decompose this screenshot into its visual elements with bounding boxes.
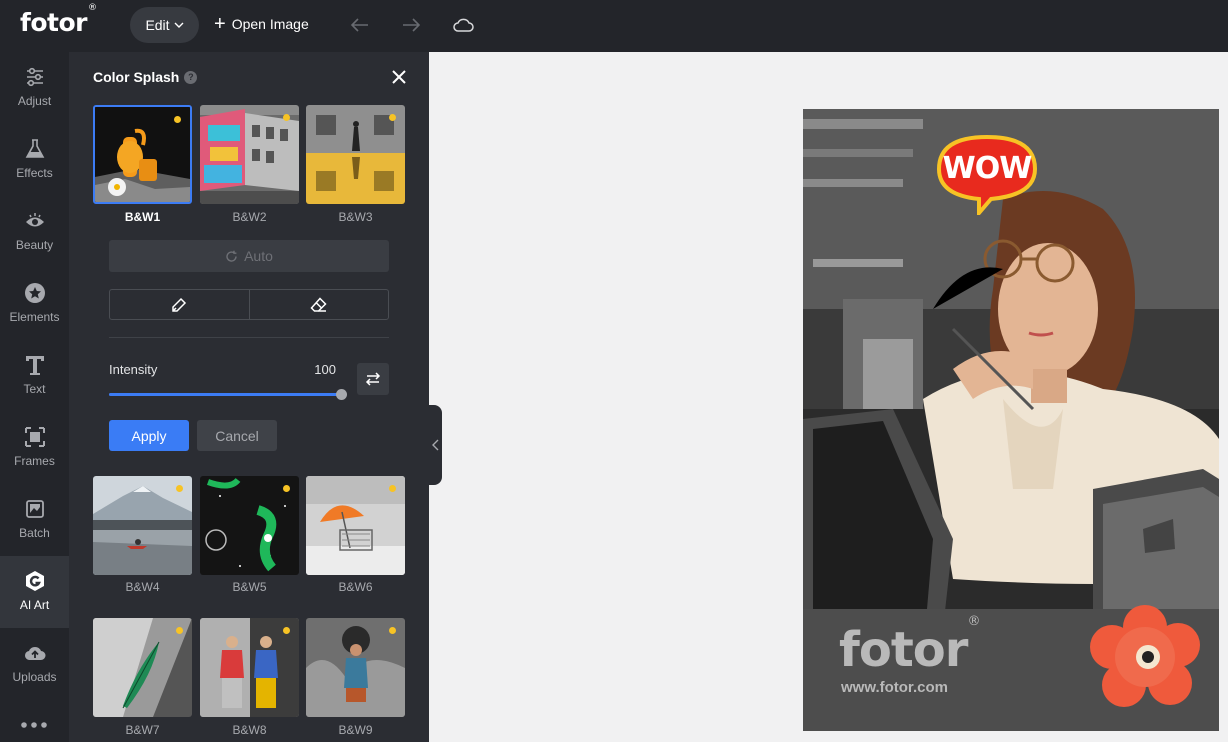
preset-bw6[interactable]	[306, 476, 405, 575]
edit-menu-button[interactable]: Edit	[130, 7, 199, 43]
premium-dot	[283, 485, 290, 492]
sliders-icon	[26, 67, 43, 87]
rail-item-batch[interactable]: Batch	[0, 484, 69, 556]
more-dots-icon[interactable]	[20, 716, 48, 734]
collapse-panel-button[interactable]	[429, 405, 442, 485]
upload-cloud-icon	[24, 647, 45, 661]
preset-bw9[interactable]	[306, 618, 405, 717]
redo-icon[interactable]	[400, 14, 422, 36]
premium-dot	[389, 114, 396, 121]
panel-title: Color Splash ?	[93, 69, 198, 85]
rail-label: Adjust	[17, 94, 52, 108]
rail-label: Text	[23, 382, 46, 396]
intensity-value: 100	[314, 362, 336, 377]
open-image-label: Open Image	[231, 16, 309, 32]
preset-label-bw6: B&W6	[338, 580, 373, 594]
color-splash-panel: Color Splash ? B&W1 B&W2 B&W3 Auto Inten…	[69, 52, 429, 742]
premium-dot	[283, 114, 290, 121]
cloud-icon[interactable]	[452, 14, 474, 36]
preset-label-bw5: B&W5	[232, 580, 267, 594]
sticker-text: WOW	[942, 151, 1033, 186]
rail-item-uploads[interactable]: Uploads	[0, 628, 69, 700]
rail-label: Beauty	[15, 238, 54, 252]
preset-bw7[interactable]	[93, 618, 192, 717]
preset-label-bw7: B&W7	[125, 723, 160, 737]
refresh-icon	[226, 250, 237, 262]
close-icon[interactable]	[389, 67, 409, 87]
intensity-slider[interactable]	[109, 389, 347, 400]
eye-icon	[25, 213, 44, 227]
swap-arrows-icon	[365, 372, 381, 386]
rail-item-beauty[interactable]: Beauty	[0, 196, 69, 268]
plus-icon: +	[214, 13, 226, 35]
edited-photo[interactable]: WOW fotor® www.fotor.com	[803, 109, 1219, 731]
rail-item-text[interactable]: Text	[0, 340, 69, 412]
watermark-url: www.fotor.com	[841, 679, 948, 696]
text-icon	[25, 356, 44, 375]
rail-label: Elements	[9, 310, 60, 324]
rail-item-ai-art[interactable]: AI Art	[0, 556, 69, 628]
premium-dot	[389, 485, 396, 492]
flask-icon	[25, 139, 44, 158]
cancel-button[interactable]: Cancel	[197, 420, 277, 451]
preset-bw2[interactable]	[200, 105, 299, 204]
preset-label-bw3: B&W3	[338, 210, 373, 224]
left-rail: Adjust Effects Beauty Elements Text Fram…	[0, 52, 69, 742]
rail-label: Effects	[16, 166, 53, 180]
preset-label-bw9: B&W9	[338, 723, 373, 737]
premium-dot	[174, 116, 181, 123]
preset-bw4[interactable]	[93, 476, 192, 575]
preset-label-bw1: B&W1	[124, 210, 161, 224]
panel-divider	[109, 337, 389, 338]
preset-label-bw4: B&W4	[125, 580, 160, 594]
preset-bw1[interactable]	[93, 105, 192, 204]
undo-icon[interactable]	[349, 14, 371, 36]
apply-button[interactable]: Apply	[109, 420, 189, 451]
eraser-tool[interactable]	[248, 290, 389, 319]
rail-item-frames[interactable]: Frames	[0, 412, 69, 484]
preset-label-bw8: B&W8	[232, 723, 267, 737]
preset-bw3[interactable]	[306, 105, 405, 204]
batch-icon	[25, 500, 44, 518]
premium-dot	[176, 627, 183, 634]
rail-label: Frames	[14, 454, 55, 468]
rail-label: AI Art	[19, 598, 50, 612]
rail-label: Batch	[19, 526, 50, 540]
open-image-button[interactable]: + Open Image	[214, 14, 309, 34]
edit-label: Edit	[145, 17, 170, 33]
auto-label: Auto	[244, 248, 273, 264]
fotor-logo[interactable]: fotor®	[20, 3, 97, 37]
slider-fill	[109, 393, 342, 396]
eraser-icon	[310, 296, 327, 312]
star-icon	[24, 283, 45, 303]
rail-label: Uploads	[12, 670, 57, 684]
premium-dot	[176, 485, 183, 492]
intensity-label: Intensity	[109, 362, 158, 377]
slider-handle[interactable]	[336, 389, 347, 400]
help-icon[interactable]: ?	[184, 70, 198, 84]
rail-item-effects[interactable]: Effects	[0, 124, 69, 196]
wow-sticker[interactable]: WOW	[935, 133, 1039, 219]
rail-item-elements[interactable]: Elements	[0, 268, 69, 340]
preset-bw5[interactable]	[200, 476, 299, 575]
premium-dot	[283, 627, 290, 634]
brush-tool-group	[109, 289, 389, 320]
watermark-logo: fotor®	[839, 614, 980, 678]
preset-bw8[interactable]	[200, 618, 299, 717]
brush-tool[interactable]	[110, 290, 249, 319]
premium-dot	[389, 627, 396, 634]
chevron-left-icon	[431, 439, 438, 451]
frame-icon	[24, 427, 45, 447]
flower-sticker[interactable]	[1090, 605, 1200, 714]
brush-icon	[172, 297, 187, 312]
chevron-down-icon	[174, 22, 184, 28]
rail-item-adjust[interactable]: Adjust	[0, 52, 69, 124]
ai-art-icon	[25, 571, 44, 591]
preset-label-bw2: B&W2	[232, 210, 267, 224]
top-bar: fotor® Edit + Open Image	[0, 0, 1228, 52]
auto-button[interactable]: Auto	[109, 240, 389, 272]
swap-button[interactable]	[357, 363, 389, 395]
